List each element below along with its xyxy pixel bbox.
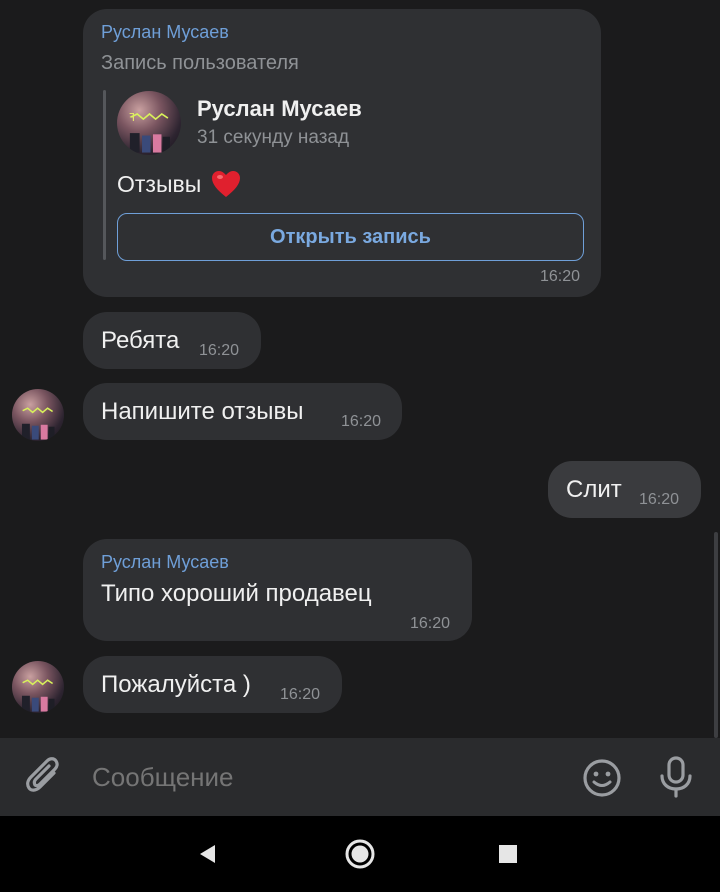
message-bubble[interactable]: Ребята 16:20 [83,312,261,369]
paperclip-icon[interactable] [26,755,66,799]
message-bubble[interactable]: Руслан Мусаев Типо хороший продавец 16:2… [83,539,472,641]
message-time: 16:20 [341,413,382,430]
heart-icon [212,171,241,197]
outgoing-message-bubble[interactable]: Слит 16:20 [548,461,701,518]
avatar-people [22,695,55,712]
message-text: Типо хороший продавец [101,580,372,607]
message-time: 16:20 [199,342,240,359]
message-text: Ребята [101,327,180,354]
home-circle-icon[interactable] [344,838,376,870]
message-text: Пожалуйста ) [101,671,251,698]
sender-name[interactable]: Руслан Мусаев [101,552,229,573]
avatar-people [22,423,55,440]
post-time: 31 секунду назад [197,127,350,148]
sender-avatar[interactable] [12,661,64,713]
avatar-neon-sign [22,678,54,685]
repost-caption: Запись пользователя [101,52,299,74]
back-triangle-icon[interactable] [196,842,220,866]
message-list[interactable]: Руслан Мусаев Запись пользователя 16:20 … [0,0,720,738]
chat-screen: Руслан Мусаев Запись пользователя 16:20 … [0,0,720,892]
sender-avatar[interactable] [12,389,64,441]
repost-quote-bar [103,90,106,260]
message-time: 16:20 [410,615,451,632]
message-time: 16:20 [639,491,680,508]
avatar-neon-sign [22,406,54,413]
system-navigation-bar [0,816,720,892]
sender-name[interactable]: Руслан Мусаев [101,22,229,43]
microphone-icon[interactable] [658,755,694,799]
message-composer [0,738,720,816]
message-input[interactable] [92,758,552,796]
recents-square-icon[interactable] [497,843,519,865]
open-post-button[interactable]: Открыть запись [117,213,584,261]
message-bubble[interactable]: Пожалуйста ) 16:20 [83,656,342,713]
message-time: 16:20 [280,686,321,703]
avatar-neon-sign: ꟻ [129,113,168,124]
message-time: 16:20 [540,268,581,285]
post-text-row: Отзывы [117,170,241,198]
avatar-people [129,133,170,153]
message-bubble[interactable]: Напишите отзывы 16:20 [83,383,402,440]
author-avatar[interactable]: ꟻ [117,91,181,155]
author-name[interactable]: Руслан Мусаев [197,96,362,122]
message-text: Слит [566,476,622,503]
scrollbar[interactable] [714,532,718,738]
smiley-icon[interactable] [582,758,622,798]
post-text: Отзывы [117,170,202,197]
message-text: Напишите отзывы [101,398,304,425]
